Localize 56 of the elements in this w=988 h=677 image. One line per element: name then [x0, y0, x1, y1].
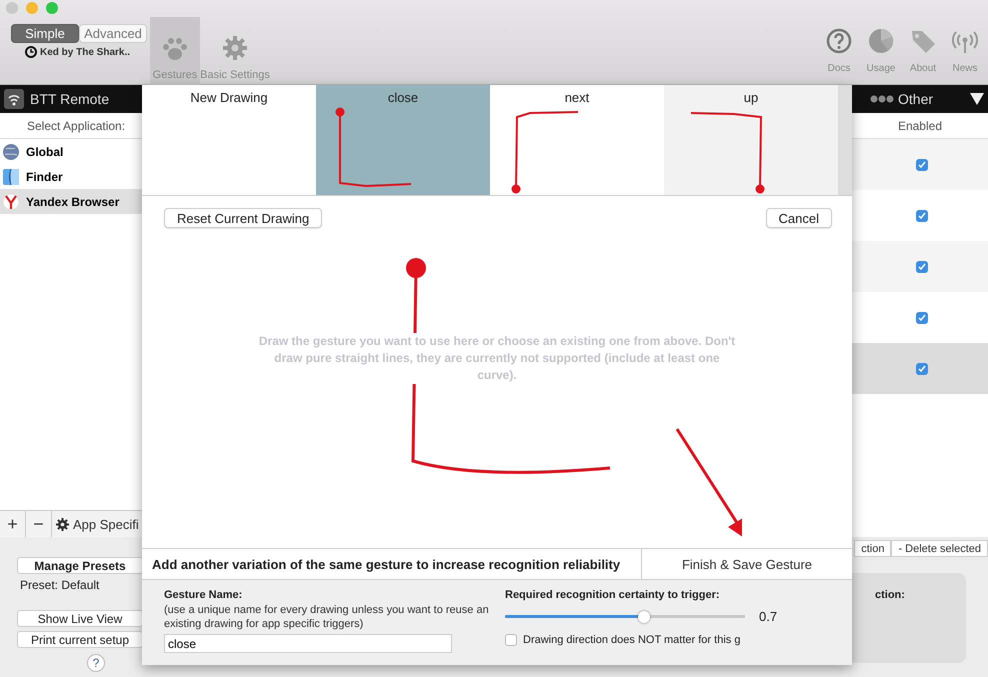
- name-label: Gesture Name:: [164, 589, 244, 601]
- hint-text: Draw the gesture you want to use here or choose an existing one from above. Don't draw pure straight lines, they are currently not supported (include at least one curve).: [257, 333, 737, 384]
- help-icon: [826, 28, 852, 54]
- clock-icon: [25, 46, 37, 58]
- checkbox-label: Drawing direction does NOT matter for this g: [523, 634, 740, 646]
- checkbox[interactable]: [916, 158, 928, 170]
- window-control-icon: [6, 2, 18, 14]
- slider-reading: 0.7: [759, 609, 778, 624]
- tag-icon: [910, 28, 936, 54]
- browser-icon: [2, 192, 20, 210]
- cancel-button[interactable]: Cancel: [766, 208, 832, 228]
- certainty-label: Required recognition certainty to trigger:: [505, 589, 721, 601]
- checkbox[interactable]: [505, 634, 517, 646]
- window-control-icon: [46, 2, 58, 14]
- settings-icon: [56, 518, 69, 530]
- finder-icon: [2, 168, 20, 186]
- app-item[interactable]: Yandex Browser: [0, 189, 143, 214]
- table-action-button[interactable]: ction: [854, 540, 892, 557]
- app-item[interactable]: Global: [0, 139, 143, 164]
- checkbox[interactable]: [916, 362, 928, 374]
- device-name: BTT Remote: [30, 91, 110, 107]
- table-row[interactable]: [852, 343, 988, 394]
- table-action-button[interactable]: - Delete selected: [891, 540, 988, 557]
- panel-label: ction:: [875, 589, 905, 601]
- dropdown-triangle-icon: [970, 92, 984, 106]
- remote-icon: [4, 89, 24, 109]
- pie-chart-icon: [868, 28, 894, 54]
- print-button[interactable]: Print current setup: [17, 631, 143, 648]
- live-view-button[interactable]: Show Live View: [17, 610, 143, 627]
- checkbox[interactable]: [916, 312, 928, 324]
- mode-tab[interactable]: Advanced: [79, 24, 147, 43]
- table-row[interactable]: [852, 241, 988, 292]
- name-hint: (use a unique name for every drawing unless you want to reuse an existing drawing for app specific triggers): [164, 603, 490, 631]
- globe-icon: [2, 142, 20, 160]
- gesture-thumbnail[interactable]: close: [316, 85, 490, 195]
- filter-label: Other: [898, 91, 934, 107]
- help-button[interactable]: ?: [87, 654, 105, 672]
- gesture-thumbnail[interactable]: New Drawing: [142, 85, 316, 195]
- settings-icon: [222, 35, 248, 61]
- window-control-icon: [26, 2, 38, 14]
- app-item[interactable]: Finder: [0, 164, 143, 189]
- paw-icon: [162, 37, 188, 61]
- preset-label: Preset: Default: [19, 578, 100, 592]
- name-field[interactable]: close: [164, 634, 452, 653]
- gesture-thumbnail[interactable]: next: [490, 85, 664, 195]
- table-row[interactable]: [852, 139, 988, 190]
- checkbox[interactable]: [916, 210, 928, 222]
- checkbox[interactable]: [916, 260, 928, 272]
- window-buttons-icon: [870, 95, 894, 103]
- reset-button[interactable]: Reset Current Drawing: [164, 208, 322, 228]
- slider-thumb[interactable]: [638, 610, 650, 622]
- preset-label: Ked by The Shark..: [40, 46, 130, 58]
- app-specific-button[interactable]: App Specifi: [52, 511, 139, 537]
- mode-tab[interactable]: Simple: [11, 24, 79, 43]
- manage-presets-button[interactable]: Manage Presets: [17, 557, 143, 574]
- gesture-thumbnail[interactable]: up: [664, 85, 838, 195]
